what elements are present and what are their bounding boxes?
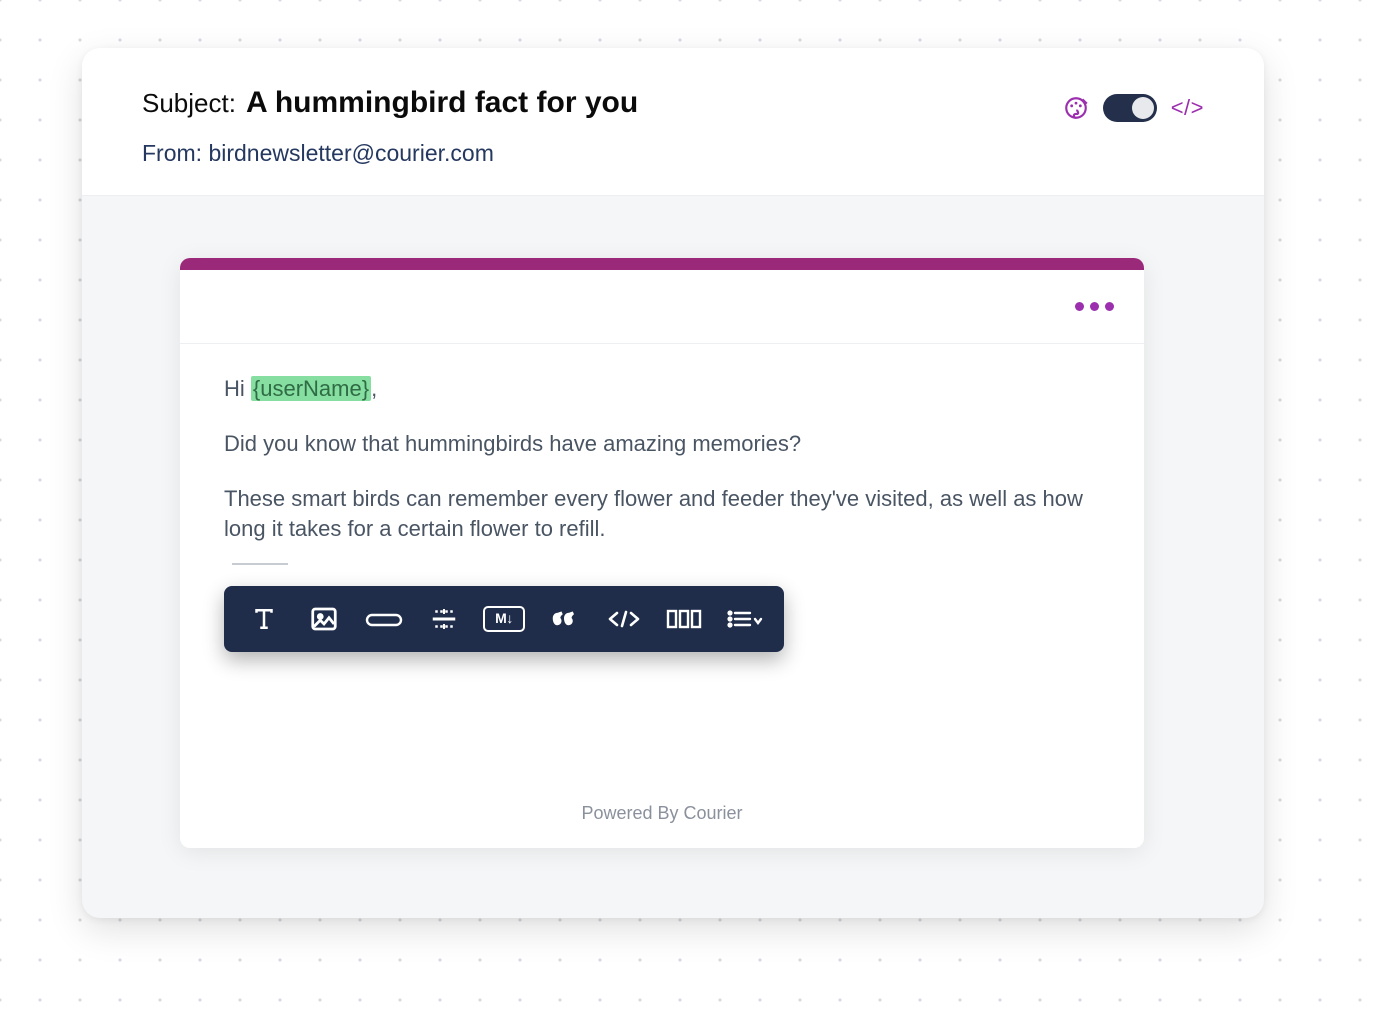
block-insert-toolbar: M↓ <box>224 586 784 652</box>
email-brand-bar <box>180 258 1144 270</box>
markdown-icon: M↓ <box>483 606 525 632</box>
text-block-button[interactable] <box>236 596 292 642</box>
divider-block-button[interactable] <box>416 596 472 642</box>
from-line[interactable]: From: birdnewsletter@courier.com <box>142 140 1063 167</box>
design-code-toggle[interactable] <box>1103 94 1157 122</box>
palette-icon[interactable] <box>1063 95 1089 121</box>
editor-header: Subject: A hummingbird fact for you From… <box>82 48 1264 196</box>
subject-line[interactable]: Subject: A hummingbird fact for you <box>142 86 1063 120</box>
editor-panel: Subject: A hummingbird fact for you From… <box>82 48 1264 918</box>
powered-by-footer[interactable]: Powered By Courier <box>180 803 1144 824</box>
from-value: birdnewsletter@courier.com <box>208 140 493 166</box>
more-options-icon[interactable] <box>1075 302 1114 311</box>
header-left: Subject: A hummingbird fact for you From… <box>142 86 1063 167</box>
greeting-prefix: Hi <box>224 376 251 401</box>
greeting-line: Hi {userName}, <box>224 374 1100 405</box>
email-body[interactable]: Hi {userName}, Did you know that humming… <box>180 344 1144 591</box>
columns-block-button[interactable] <box>656 596 712 642</box>
markdown-block-button[interactable]: M↓ <box>476 596 532 642</box>
subject-value: A hummingbird fact for you <box>246 86 638 120</box>
header-right: </> <box>1063 86 1204 122</box>
list-block-button[interactable] <box>716 596 772 642</box>
code-mode-label[interactable]: </> <box>1171 95 1204 121</box>
from-label: From: <box>142 140 202 166</box>
code-block-button[interactable] <box>596 596 652 642</box>
subject-label: Subject: <box>142 88 236 119</box>
greeting-suffix: , <box>371 376 377 401</box>
paragraph-2: These smart birds can remember every flo… <box>224 484 1100 546</box>
button-block-button[interactable] <box>356 596 412 642</box>
insertion-cursor <box>232 563 288 565</box>
email-card-header <box>180 270 1144 344</box>
paragraph-1: Did you know that hummingbirds have amaz… <box>224 429 1100 460</box>
image-block-button[interactable] <box>296 596 352 642</box>
variable-token[interactable]: {userName} <box>251 376 371 401</box>
email-preview-card: Hi {userName}, Did you know that humming… <box>180 258 1144 848</box>
toggle-knob <box>1132 97 1154 119</box>
quote-block-button[interactable] <box>536 596 592 642</box>
